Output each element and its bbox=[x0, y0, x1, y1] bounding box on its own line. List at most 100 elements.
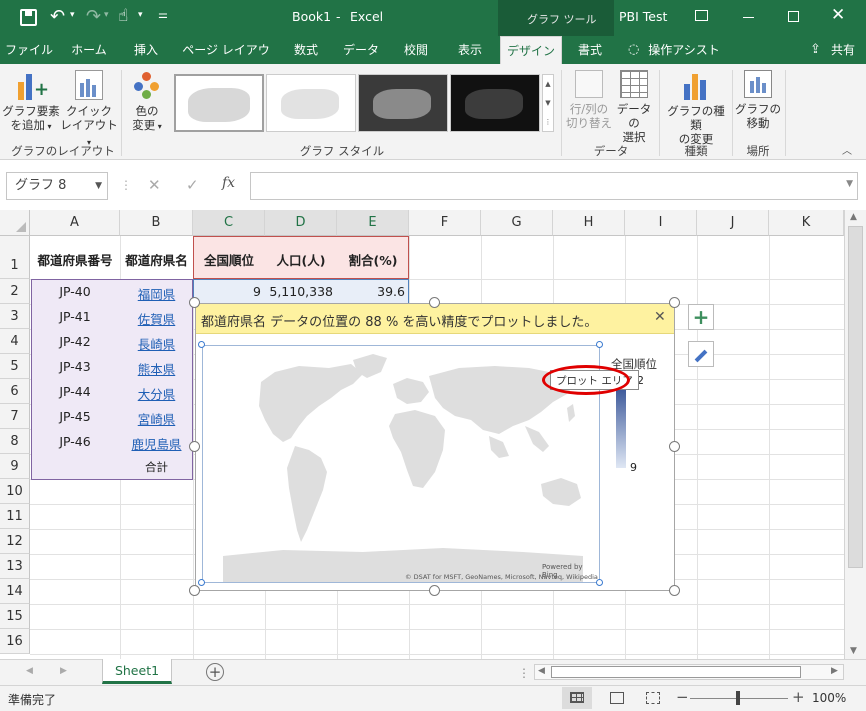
row-header-15[interactable]: 15 bbox=[0, 604, 30, 629]
chart-styles-button[interactable] bbox=[688, 341, 714, 367]
cell-name-1[interactable]: 福岡県 bbox=[120, 284, 193, 303]
cell-ratio[interactable]: 39.6 bbox=[339, 284, 405, 299]
header-population[interactable]: 人口(人) bbox=[265, 250, 337, 269]
cell-name-3[interactable]: 長崎県 bbox=[120, 334, 193, 353]
chart-style-2[interactable] bbox=[266, 74, 356, 132]
normal-view-button[interactable] bbox=[562, 687, 592, 709]
chart-resize-handle[interactable] bbox=[189, 441, 200, 452]
quick-layout-button[interactable]: クイック レイアウト ▾ bbox=[60, 70, 118, 150]
tab-format[interactable]: 書式 bbox=[568, 36, 612, 64]
touch-mode-icon[interactable]: ☝ bbox=[118, 6, 128, 26]
touch-dropdown-icon[interactable]: ▾ bbox=[138, 10, 143, 20]
next-sheet-icon[interactable]: ▶ bbox=[60, 666, 67, 676]
row-header-14[interactable]: 14 bbox=[0, 579, 30, 604]
page-break-view-icon[interactable] bbox=[646, 692, 660, 704]
scroll-thumb[interactable] bbox=[848, 226, 863, 568]
column-header-e[interactable]: E bbox=[337, 210, 409, 236]
move-chart-button[interactable]: グラフの 移動 bbox=[734, 70, 782, 130]
cell-code-7[interactable]: JP-46 bbox=[30, 434, 120, 449]
cell-name-5[interactable]: 大分県 bbox=[120, 384, 193, 403]
row-header-12[interactable]: 12 bbox=[0, 529, 30, 554]
chart-resize-handle[interactable] bbox=[669, 585, 680, 596]
vertical-scrollbar[interactable]: ▲ ▼ bbox=[844, 210, 866, 659]
cell-name-4[interactable]: 熊本県 bbox=[120, 359, 193, 378]
expand-formula-icon[interactable]: ▼ bbox=[846, 179, 853, 189]
map-chart[interactable]: 都道府県名 データの位置の 88 % を高い精度でプロットしました。 ✕ Pow… bbox=[195, 303, 675, 591]
scroll-up-icon[interactable]: ▲ bbox=[850, 212, 857, 222]
column-header-j[interactable]: J bbox=[697, 210, 769, 236]
select-all-button[interactable] bbox=[0, 210, 30, 236]
column-header-b[interactable]: B bbox=[120, 210, 193, 236]
header-national-rank[interactable]: 全国順位 bbox=[193, 250, 265, 269]
add-sheet-button[interactable]: + bbox=[206, 663, 224, 681]
tab-file[interactable]: ファイル bbox=[4, 36, 54, 64]
tell-me-label[interactable]: 操作アシスト bbox=[644, 36, 724, 64]
header-prefecture-name[interactable]: 都道府県名 bbox=[120, 250, 193, 269]
tab-page-layout[interactable]: ページ レイアウト bbox=[178, 36, 274, 85]
tab-split-divider[interactable]: ⋮ bbox=[518, 666, 530, 680]
tab-view[interactable]: 表示 bbox=[448, 36, 492, 64]
header-ratio[interactable]: 割合(%) bbox=[337, 250, 409, 269]
chevron-down-icon[interactable]: ▼ bbox=[95, 173, 102, 199]
row-header-13[interactable]: 13 bbox=[0, 554, 30, 579]
plot-resize-handle[interactable] bbox=[596, 341, 603, 348]
row-header-1[interactable]: 1 bbox=[0, 236, 30, 279]
tab-insert[interactable]: 挿入 bbox=[124, 36, 168, 64]
chart-resize-handle[interactable] bbox=[429, 585, 440, 596]
row-header-10[interactable]: 10 bbox=[0, 479, 30, 504]
maximize-button[interactable] bbox=[788, 11, 799, 22]
header-prefecture-code[interactable]: 都道府県番号 bbox=[30, 250, 120, 269]
chart-style-3[interactable] bbox=[358, 74, 448, 132]
chart-resize-handle[interactable] bbox=[429, 297, 440, 308]
plot-resize-handle[interactable] bbox=[198, 341, 205, 348]
cell-population[interactable]: 5,110,338 bbox=[267, 284, 333, 299]
chart-elements-button[interactable]: + bbox=[688, 304, 714, 330]
sheet-tab-sheet1[interactable]: Sheet1 bbox=[102, 659, 172, 684]
gallery-scroll[interactable]: ▲ ▼ ⋮ bbox=[542, 74, 554, 132]
cell-code-1[interactable]: JP-40 bbox=[30, 284, 120, 299]
tab-formulas[interactable]: 数式 bbox=[284, 36, 328, 64]
row-header-11[interactable]: 11 bbox=[0, 504, 30, 529]
zoom-level[interactable]: 100% bbox=[812, 691, 846, 705]
cell-name-6[interactable]: 宮崎県 bbox=[120, 409, 193, 428]
close-button[interactable]: ✕ bbox=[831, 5, 845, 25]
scroll-right-icon[interactable]: ▶ bbox=[831, 666, 838, 676]
cell-code-4[interactable]: JP-43 bbox=[30, 359, 120, 374]
horizontal-scrollbar[interactable]: ◀ ▶ bbox=[534, 664, 844, 680]
minimize-button[interactable] bbox=[743, 17, 754, 18]
row-header-4[interactable]: 4 bbox=[0, 329, 30, 354]
add-chart-element-button[interactable]: + グラフ要素 を追加 ▾ bbox=[2, 70, 60, 134]
row-header-6[interactable]: 6 bbox=[0, 379, 30, 404]
zoom-in-button[interactable]: + bbox=[792, 688, 805, 706]
column-header-k[interactable]: K bbox=[769, 210, 844, 236]
insert-function-icon[interactable]: fx bbox=[222, 175, 235, 191]
name-box[interactable]: グラフ 8 ▼ bbox=[6, 172, 108, 200]
change-chart-type-button[interactable]: グラフの種類 の変更 bbox=[662, 70, 730, 146]
column-header-d[interactable]: D bbox=[265, 210, 337, 236]
chart-style-1[interactable] bbox=[174, 74, 264, 132]
h-scroll-thumb[interactable] bbox=[551, 666, 801, 678]
tab-review[interactable]: 校閲 bbox=[394, 36, 438, 64]
undo-icon[interactable]: ↶ bbox=[50, 6, 65, 27]
chart-resize-handle[interactable] bbox=[669, 297, 680, 308]
cancel-icon[interactable]: ✕ bbox=[148, 176, 161, 194]
chart-style-4[interactable] bbox=[450, 74, 540, 132]
change-colors-button[interactable]: 色の 変更 ▾ bbox=[124, 70, 170, 134]
save-icon[interactable] bbox=[20, 9, 37, 26]
column-header-f[interactable]: F bbox=[409, 210, 481, 236]
plot-resize-handle[interactable] bbox=[596, 579, 603, 586]
row-header-7[interactable]: 7 bbox=[0, 404, 30, 429]
tab-design[interactable]: デザイン bbox=[500, 36, 562, 64]
redo-icon[interactable]: ↷ bbox=[86, 6, 101, 27]
ribbon-display-options-icon[interactable] bbox=[695, 10, 708, 21]
undo-dropdown-icon[interactable]: ▾ bbox=[70, 10, 75, 20]
column-header-a[interactable]: A bbox=[30, 210, 120, 236]
row-header-8[interactable]: 8 bbox=[0, 429, 30, 454]
cell-name-7[interactable]: 鹿児島県 bbox=[120, 434, 193, 453]
cell-code-6[interactable]: JP-45 bbox=[30, 409, 120, 424]
enter-icon[interactable]: ✓ bbox=[186, 176, 199, 194]
account-name[interactable]: PBI Test bbox=[619, 9, 667, 24]
column-header-i[interactable]: I bbox=[625, 210, 697, 236]
plot-area[interactable]: Powered by Bing © DSAT for MSFT, GeoName… bbox=[202, 345, 600, 583]
zoom-slider-thumb[interactable] bbox=[736, 691, 740, 705]
